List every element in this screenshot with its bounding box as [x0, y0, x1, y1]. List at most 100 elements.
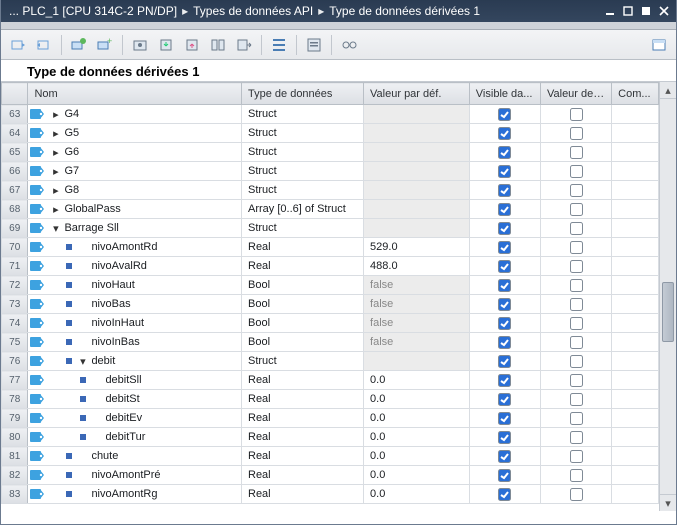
cell-dtype[interactable]: Array [0..6] of Struct [242, 200, 364, 219]
row-number[interactable]: 63 [2, 105, 28, 124]
table-row[interactable]: 71nivoAvalRdReal488.0 [2, 257, 659, 276]
cell-defval[interactable] [364, 162, 470, 181]
cell-name[interactable]: nivoInBas [28, 333, 242, 352]
cell-comment[interactable] [612, 181, 659, 200]
cell-comment[interactable] [612, 219, 659, 238]
cell-name[interactable]: debitEv [28, 409, 242, 428]
table-row[interactable]: 79debitEvReal0.0 [2, 409, 659, 428]
table-row[interactable]: 78debitStReal0.0 [2, 390, 659, 409]
cell-setval[interactable] [540, 238, 611, 257]
col-defval[interactable]: Valeur par déf. [364, 83, 470, 105]
cell-dtype[interactable]: Real [242, 409, 364, 428]
table-row[interactable]: 67▸G8Struct [2, 181, 659, 200]
cell-defval[interactable]: 0.0 [364, 371, 470, 390]
cell-name[interactable]: ▸G6 [28, 143, 242, 162]
col-visible[interactable]: Visible da... [469, 83, 540, 105]
cell-defval[interactable]: 0.0 [364, 466, 470, 485]
row-number[interactable]: 64 [2, 124, 28, 143]
table-row[interactable]: 68▸GlobalPassArray [0..6] of Struct [2, 200, 659, 219]
cell-defval[interactable] [364, 124, 470, 143]
collapse-icon[interactable]: ▾ [50, 223, 61, 234]
cell-comment[interactable] [612, 371, 659, 390]
cell-name[interactable]: debitSt [28, 390, 242, 409]
cell-visible[interactable] [469, 219, 540, 238]
breadcrumb[interactable]: ... PLC_1 [CPU 314C-2 PN/DP] ▸ Types de … [9, 4, 602, 18]
cell-setval[interactable] [540, 466, 611, 485]
cell-setval[interactable] [540, 124, 611, 143]
breadcrumb-root[interactable]: ... PLC_1 [CPU 314C-2 PN/DP] [9, 4, 177, 18]
row-number[interactable]: 78 [2, 390, 28, 409]
cell-visible[interactable] [469, 124, 540, 143]
table-row[interactable]: 65▸G6Struct [2, 143, 659, 162]
row-number[interactable]: 73 [2, 295, 28, 314]
row-number[interactable]: 81 [2, 447, 28, 466]
cell-dtype[interactable]: Real [242, 390, 364, 409]
cell-comment[interactable] [612, 314, 659, 333]
cell-visible[interactable] [469, 105, 540, 124]
cell-visible[interactable] [469, 143, 540, 162]
cell-dtype[interactable]: Real [242, 428, 364, 447]
expand-icon[interactable]: ▸ [50, 109, 61, 120]
cell-dtype[interactable]: Bool [242, 276, 364, 295]
cell-visible[interactable] [469, 162, 540, 181]
table-row[interactable]: 81chuteReal0.0 [2, 447, 659, 466]
collapse-icon[interactable]: ▾ [77, 356, 88, 367]
toolbar-btn-1[interactable] [7, 34, 29, 56]
toolbar-btn-2[interactable] [33, 34, 55, 56]
cell-comment[interactable] [612, 352, 659, 371]
cell-setval[interactable] [540, 485, 611, 504]
cell-setval[interactable] [540, 409, 611, 428]
row-number[interactable]: 69 [2, 219, 28, 238]
cell-comment[interactable] [612, 333, 659, 352]
scroll-thumb[interactable] [662, 282, 674, 342]
cell-comment[interactable] [612, 447, 659, 466]
expand-tree-button[interactable] [268, 34, 290, 56]
row-number[interactable]: 66 [2, 162, 28, 181]
minimize-button[interactable] [602, 4, 618, 18]
cell-visible[interactable] [469, 390, 540, 409]
row-number[interactable]: 76 [2, 352, 28, 371]
cell-visible[interactable] [469, 428, 540, 447]
cell-name[interactable]: debitTur [28, 428, 242, 447]
close-button[interactable] [656, 4, 672, 18]
insert-row-button[interactable] [68, 34, 90, 56]
scroll-down-icon[interactable]: ▾ [660, 494, 676, 511]
cell-defval[interactable]: 0.0 [364, 390, 470, 409]
table-row[interactable]: 76▾debitStruct [2, 352, 659, 371]
row-number[interactable]: 70 [2, 238, 28, 257]
cell-defval[interactable] [364, 219, 470, 238]
cell-defval[interactable]: 529.0 [364, 238, 470, 257]
table-row[interactable]: 72nivoHautBoolfalse [2, 276, 659, 295]
cell-name[interactable]: nivoAmontRg [28, 485, 242, 504]
cell-setval[interactable] [540, 276, 611, 295]
row-number[interactable]: 74 [2, 314, 28, 333]
restore-button[interactable] [620, 4, 636, 18]
cell-dtype[interactable]: Struct [242, 124, 364, 143]
cell-name[interactable]: nivoAmontRd [28, 238, 242, 257]
table-row[interactable]: 63▸G4Struct [2, 105, 659, 124]
cell-defval[interactable]: false [364, 295, 470, 314]
cell-setval[interactable] [540, 162, 611, 181]
cell-visible[interactable] [469, 371, 540, 390]
cell-comment[interactable] [612, 124, 659, 143]
cell-comment[interactable] [612, 162, 659, 181]
cell-dtype[interactable]: Real [242, 485, 364, 504]
export-button[interactable] [233, 34, 255, 56]
table-row[interactable]: 66▸G7Struct [2, 162, 659, 181]
cell-dtype[interactable]: Real [242, 371, 364, 390]
col-setval[interactable]: Valeur de ... [540, 83, 611, 105]
cell-visible[interactable] [469, 447, 540, 466]
cell-defval[interactable] [364, 200, 470, 219]
cell-visible[interactable] [469, 333, 540, 352]
cell-setval[interactable] [540, 295, 611, 314]
row-number[interactable]: 77 [2, 371, 28, 390]
cell-setval[interactable] [540, 390, 611, 409]
cell-comment[interactable] [612, 143, 659, 162]
cell-name[interactable]: nivoHaut [28, 276, 242, 295]
cell-comment[interactable] [612, 200, 659, 219]
cell-defval[interactable]: 0.0 [364, 447, 470, 466]
cell-comment[interactable] [612, 276, 659, 295]
cell-dtype[interactable]: Real [242, 257, 364, 276]
col-name[interactable]: Nom [28, 83, 242, 105]
cell-defval[interactable] [364, 105, 470, 124]
